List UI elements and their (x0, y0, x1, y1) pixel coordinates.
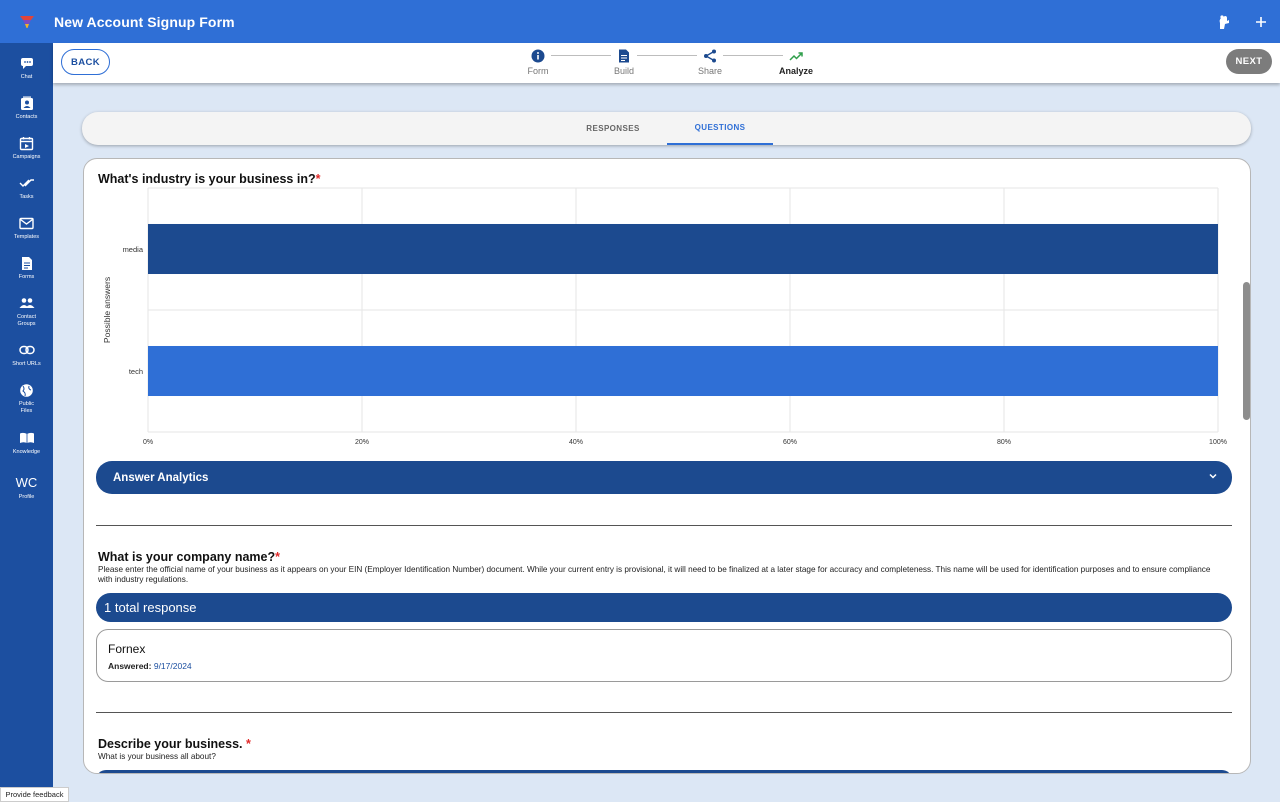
contact-groups-icon (19, 295, 35, 311)
y-tick-label: media (123, 245, 144, 254)
industry-bar-chart: 0% 20% 40% 60% 80% 100% media tech Possible answ… (102, 187, 1227, 446)
response-count-bar: 1 total response (96, 593, 1232, 622)
step-analyze[interactable]: Analyze (771, 48, 821, 76)
sidebar: Chat Contacts Campaigns Tasks Templates … (0, 43, 53, 802)
x-tick-label: 60% (783, 439, 797, 446)
response-count-bar (96, 770, 1232, 773)
document-icon (618, 48, 630, 64)
trending-icon (789, 48, 803, 64)
answered-date: Answered: 9/17/2024 (108, 661, 192, 671)
step-form[interactable]: Form (513, 48, 563, 76)
sidebar-item-profile[interactable]: WC Profile (0, 475, 53, 501)
divider (96, 525, 1232, 526)
tab-responses[interactable]: RESPONSES (560, 112, 666, 145)
questions-card: What's industry is your business in?* 0%… (83, 158, 1251, 774)
sidebar-item-contacts[interactable]: Contacts (0, 95, 53, 121)
book-icon (19, 430, 35, 446)
answer-card: Fornex Answered: 9/17/2024 (96, 629, 1232, 682)
sidebar-item-templates[interactable]: Templates (0, 215, 53, 241)
sidebar-item-knowledge[interactable]: Knowledge (0, 430, 53, 456)
analysis-tabs: RESPONSES QUESTIONS (82, 112, 1251, 145)
scrollbar-thumb[interactable] (1243, 282, 1250, 420)
y-axis-label: Possible answers (102, 277, 112, 343)
sidebar-item-chat[interactable]: Chat (0, 55, 53, 81)
forms-icon (21, 255, 33, 271)
share-icon (703, 48, 717, 64)
sidebar-item-forms[interactable]: Forms (0, 255, 53, 281)
x-tick-label: 0% (143, 439, 153, 446)
back-button[interactable]: BACK (61, 49, 110, 75)
x-tick-label: 80% (997, 439, 1011, 446)
divider (96, 712, 1232, 713)
contacts-icon (20, 95, 34, 111)
sidebar-item-short-urls[interactable]: Short URLs (0, 342, 53, 368)
sidebar-item-tasks[interactable]: Tasks (0, 175, 53, 201)
sidebar-item-public-files[interactable]: Public Files (0, 382, 53, 414)
question-description: What is your business all about? (98, 752, 216, 761)
bar-media (148, 223, 1218, 275)
step-share[interactable]: Share (685, 48, 735, 76)
answer-text: Fornex (108, 642, 146, 656)
avatar: WC (15, 475, 38, 490)
question-title: Describe your business. * (98, 737, 251, 751)
page-title: New Account Signup Form (54, 13, 235, 30)
next-button[interactable]: NEXT (1226, 49, 1272, 74)
sidebar-item-contact-groups[interactable]: Contact Groups (0, 295, 53, 327)
question-description: Please enter the official name of your b… (98, 565, 1211, 584)
tab-questions[interactable]: QUESTIONS (667, 112, 773, 145)
link-icon (18, 342, 35, 358)
tasks-icon (19, 175, 35, 191)
templates-icon (19, 215, 34, 231)
stepper-bar: BACK Form Build Share Analyze NEXT (53, 43, 1280, 83)
x-tick-label: 100% (1209, 439, 1227, 446)
info-icon (531, 48, 545, 64)
question-title: What is your company name?* (98, 550, 280, 564)
chat-icon (19, 55, 35, 71)
x-tick-label: 20% (355, 439, 369, 446)
y-tick-label: tech (129, 367, 143, 376)
chevron-down-icon (1209, 473, 1217, 479)
step-build[interactable]: Build (599, 48, 649, 76)
answer-analytics-toggle[interactable]: Answer Analytics (96, 461, 1232, 494)
globe-icon (19, 382, 34, 398)
campaigns-icon (19, 135, 34, 151)
bar-tech (148, 345, 1218, 397)
top-bar: New Account Signup Form (0, 0, 1280, 43)
feedback-button[interactable]: Provide feedback (0, 787, 69, 802)
add-icon[interactable] (1242, 0, 1280, 43)
app-logo[interactable] (0, 0, 53, 43)
sidebar-item-campaigns[interactable]: Campaigns (0, 135, 53, 161)
accessibility-icon[interactable] (1204, 0, 1242, 43)
x-tick-label: 40% (569, 439, 583, 446)
